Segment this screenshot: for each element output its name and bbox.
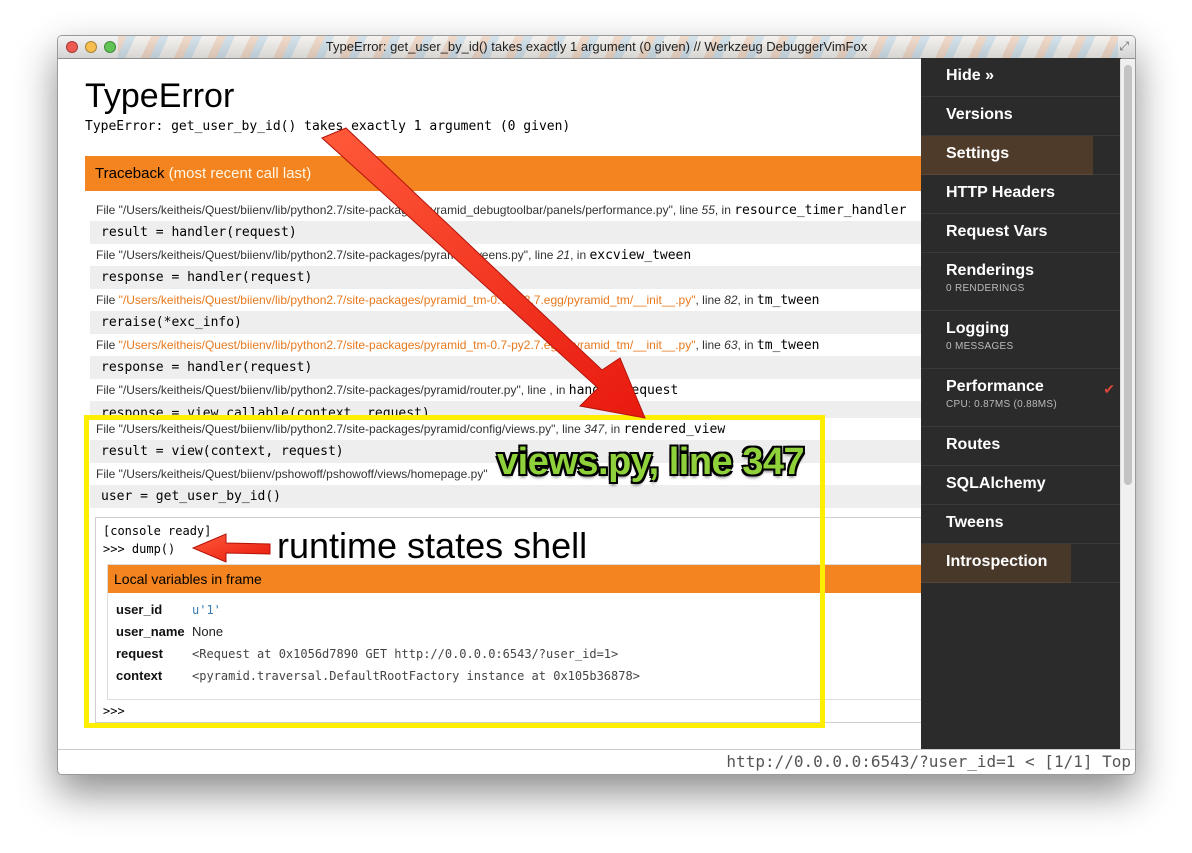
toolbar-item-sublabel: CPU: 0.87MS (0.88MS) bbox=[946, 399, 1058, 410]
status-line-text: http://0.0.0.0:6543/?user_id=1 < [1/1] T… bbox=[726, 752, 1131, 771]
toolbar-item-label: Performance bbox=[946, 378, 1044, 395]
toolbar-item-sqlalchemy[interactable]: SQLAlchemy bbox=[921, 466, 1121, 505]
frame-file-line[interactable]: File "/Users/keitheis/Quest/biienv/lib/p… bbox=[90, 379, 921, 401]
traceback-header[interactable]: Traceback (most recent call last) bbox=[85, 156, 921, 191]
toolbar-item-tweens[interactable]: Tweens bbox=[921, 505, 1121, 544]
toolbar-item-label: Logging bbox=[946, 320, 1010, 337]
frame-function: resource_timer_handler bbox=[734, 203, 907, 218]
frame-file-line[interactable]: File "/Users/keitheis/Quest/biienv/lib/p… bbox=[90, 289, 921, 311]
toolbar-item-sublabel: 0 MESSAGES bbox=[946, 341, 1014, 352]
toolbar-item-request-vars[interactable]: Request Vars bbox=[921, 214, 1121, 253]
frame-file-line[interactable]: File "/Users/keitheis/Quest/biienv/lib/p… bbox=[90, 334, 921, 356]
vim-status-bar: http://0.0.0.0:6543/?user_id=1 < [1/1] T… bbox=[58, 749, 1135, 774]
toolbar-item-label: Settings bbox=[946, 145, 1010, 162]
error-message: TypeError: get_user_by_id() takes exactl… bbox=[85, 119, 571, 134]
frame-file-line[interactable]: File "/Users/keitheis/Quest/biienv/lib/p… bbox=[90, 199, 921, 221]
frame-function: tm_tween bbox=[756, 293, 820, 308]
toolbar-item-label: Versions bbox=[946, 106, 1013, 123]
frame-source-line[interactable]: reraise(*exc_info) bbox=[90, 311, 921, 334]
traceback-title: Traceback bbox=[95, 165, 165, 182]
views-line-annotation: views.py, line 347 bbox=[497, 441, 805, 483]
frame-path: "/Users/keitheis/Quest/biienv/lib/python… bbox=[118, 203, 673, 217]
frame-line-number: 21 bbox=[556, 248, 571, 262]
frame-line-number: 55 bbox=[701, 203, 715, 217]
toolbar-item-http-headers[interactable]: HTTP Headers bbox=[921, 175, 1121, 214]
toolbar-item-label: Routes bbox=[946, 436, 1001, 453]
frame-file-line[interactable]: File "/Users/keitheis/Quest/biienv/lib/p… bbox=[90, 244, 921, 266]
window-title: TypeError: get_user_by_id() takes exactl… bbox=[325, 39, 868, 54]
toolbar-item-performance[interactable]: Performance CPU: 0.87MS (0.88MS) ✔ bbox=[921, 369, 1121, 427]
frame-function: tm_tween bbox=[756, 338, 820, 353]
toolbar-item-settings[interactable]: Settings bbox=[921, 136, 1121, 175]
toolbar-hide-label: Hide » bbox=[946, 67, 995, 84]
frame-function: excview_tween bbox=[589, 248, 692, 263]
frame-source-line[interactable]: result = handler(request) bbox=[90, 221, 921, 244]
toolbar-item-label: HTTP Headers bbox=[946, 184, 1056, 201]
frame-source-line[interactable]: response = handler(request) bbox=[90, 356, 921, 379]
page-scrollbar[interactable] bbox=[1120, 59, 1135, 749]
scrollbar-thumb[interactable] bbox=[1124, 65, 1132, 485]
toolbar-item-routes[interactable]: Routes bbox=[921, 427, 1121, 466]
frame-line-number: 63 bbox=[724, 338, 738, 352]
frame-path: "/Users/keitheis/Quest/biienv/lib/python… bbox=[118, 248, 529, 262]
toolbar-item-renderings[interactable]: Renderings 0 RENDERINGS bbox=[921, 253, 1121, 311]
fullscreen-icon[interactable]: ⤢ bbox=[1119, 39, 1129, 54]
toolbar-item-versions[interactable]: Versions bbox=[921, 97, 1121, 136]
toolbar-item-label: Request Vars bbox=[946, 223, 1048, 240]
error-type-heading: TypeError bbox=[85, 77, 235, 115]
debug-toolbar: Hide » Versions Settings HTTP Headers Re… bbox=[921, 58, 1121, 750]
checkmark-icon[interactable]: ✔ bbox=[1103, 381, 1115, 398]
frame-line-number: 82 bbox=[724, 293, 738, 307]
toolbar-item-label: Introspection bbox=[946, 553, 1048, 570]
frame-path-link[interactable]: "/Users/keitheis/Quest/biienv/lib/python… bbox=[119, 293, 696, 307]
title-bar: TypeError: get_user_by_id() takes exactl… bbox=[58, 36, 1135, 59]
toolbar-item-label: SQLAlchemy bbox=[946, 475, 1046, 492]
frame-function: handle_request bbox=[568, 383, 679, 398]
shell-annotation: runtime states shell bbox=[277, 525, 588, 566]
toolbar-item-label: Tweens bbox=[946, 514, 1004, 531]
frame-path: "/Users/keitheis/Quest/biienv/lib/python… bbox=[118, 383, 521, 397]
traceback-subtitle: (most recent call last) bbox=[168, 165, 312, 182]
frame-path-link[interactable]: "/Users/keitheis/Quest/biienv/lib/python… bbox=[119, 338, 696, 352]
toolbar-item-logging[interactable]: Logging 0 MESSAGES bbox=[921, 311, 1121, 369]
frame-source-line[interactable]: response = handler(request) bbox=[90, 266, 921, 289]
toolbar-item-label: Renderings bbox=[946, 262, 1035, 279]
toolbar-item-introspection[interactable]: Introspection bbox=[921, 544, 1121, 583]
toolbar-item-sublabel: 0 RENDERINGS bbox=[946, 283, 1025, 294]
toolbar-hide-button[interactable]: Hide » bbox=[921, 58, 1121, 97]
